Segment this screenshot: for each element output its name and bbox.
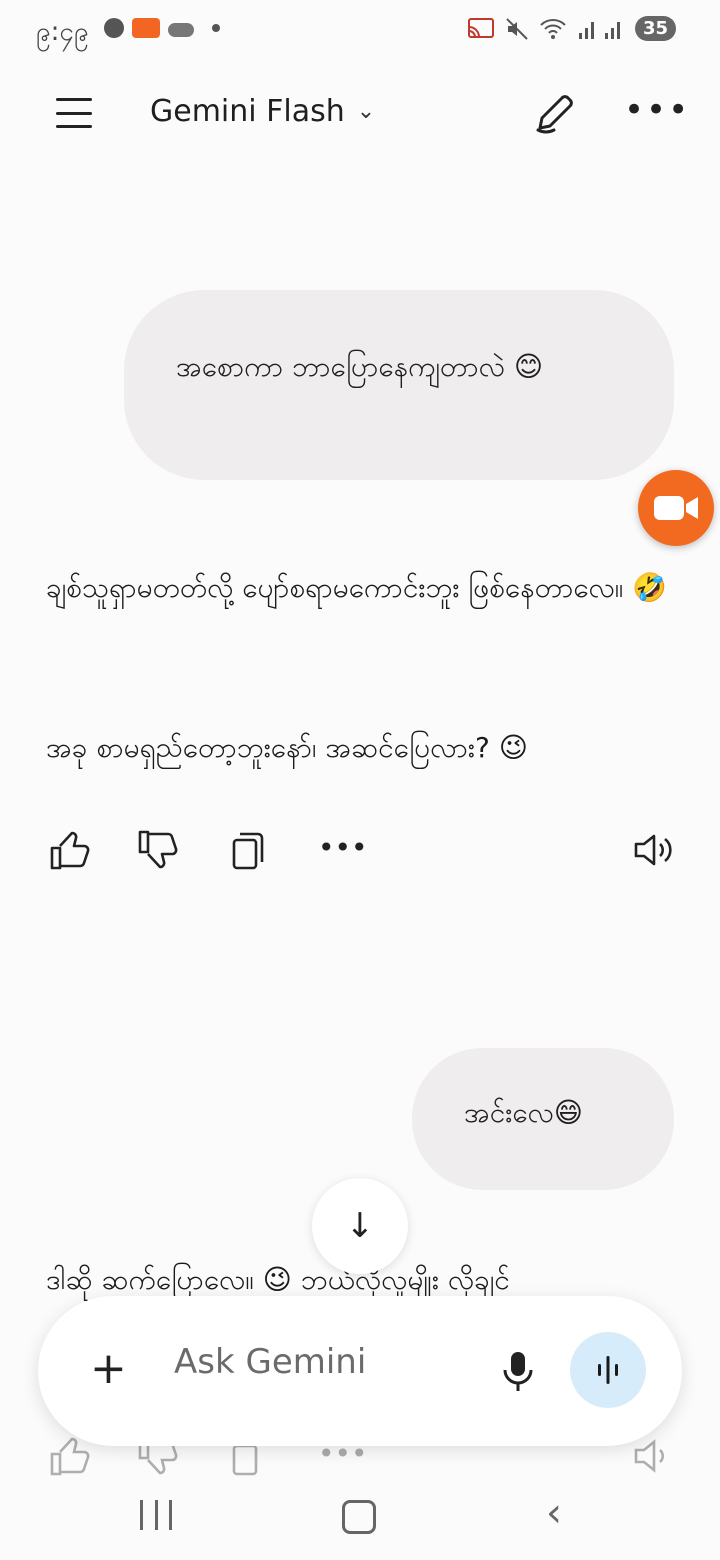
thumbs-down-icon[interactable] [136,828,180,872]
user-message-text: အစောကာ ဘာပြောနေကျတာလဲ 😊 [176,350,544,383]
scroll-to-bottom-button[interactable]: ↓ [312,1178,408,1274]
plus-icon: + [90,1343,127,1394]
nav-home-button[interactable] [342,1500,376,1534]
model-response-paragraph: ချစ်သူရှာမတတ်လို့ ပျော်စရာမကောင်းဘူး ဖြစ… [46,571,668,604]
user-message-bubble: အစောကာ ဘာပြောနေကျတာလဲ 😊 [124,290,674,480]
more-options-icon[interactable]: ••• [624,90,690,130]
cloud-icon [168,23,194,37]
chevron-down-icon: ⌄ [356,99,376,124]
nav-back-button[interactable]: ‹ [546,1490,562,1536]
read-aloud-icon[interactable] [632,828,676,872]
gemini-live-button[interactable] [570,1332,646,1408]
model-response-paragraph: အခု စာမရှည်တော့ဘူးနော်၊ အဆင်ပြေလား? 😉 [46,731,528,764]
add-attachment-button[interactable]: + [90,1344,127,1394]
waveform-icon [598,1356,618,1384]
cast-icon [467,17,494,38]
microphone-icon[interactable] [500,1350,536,1394]
model-selector[interactable]: Gemini Flash ⌄ [150,94,375,129]
mute-icon [506,17,528,40]
model-name: Gemini Flash [150,94,345,129]
response-actions: ••• [46,828,676,878]
ask-gemini-input[interactable] [174,1342,474,1382]
user-message-text: အင်းလေ😄 [464,1096,583,1129]
more-notifications-dot-icon [212,24,220,32]
new-chat-edit-icon[interactable] [532,90,578,136]
user-message-bubble: အင်းလေ😄 [412,1048,674,1190]
status-system-icons: 35 [467,16,676,41]
more-actions-icon[interactable]: ••• [318,828,368,872]
signal-icon [578,21,620,39]
nav-recents-button[interactable] [140,1500,172,1530]
video-camera-icon [654,496,698,520]
thumbs-up-icon[interactable] [48,828,92,872]
status-time: ၉:၄၉ [36,17,89,47]
battery-icon: 35 [634,16,676,41]
video-camera-button[interactable] [638,470,714,546]
screen-record-icon [132,18,160,38]
menu-icon[interactable] [56,98,92,128]
copy-icon[interactable] [226,828,270,872]
arrow-down-icon: ↓ [345,1206,375,1246]
wifi-icon [540,18,566,39]
app-notification-icon [104,18,124,38]
read-aloud-icon [632,1434,676,1478]
status-notification-icons [104,18,220,38]
